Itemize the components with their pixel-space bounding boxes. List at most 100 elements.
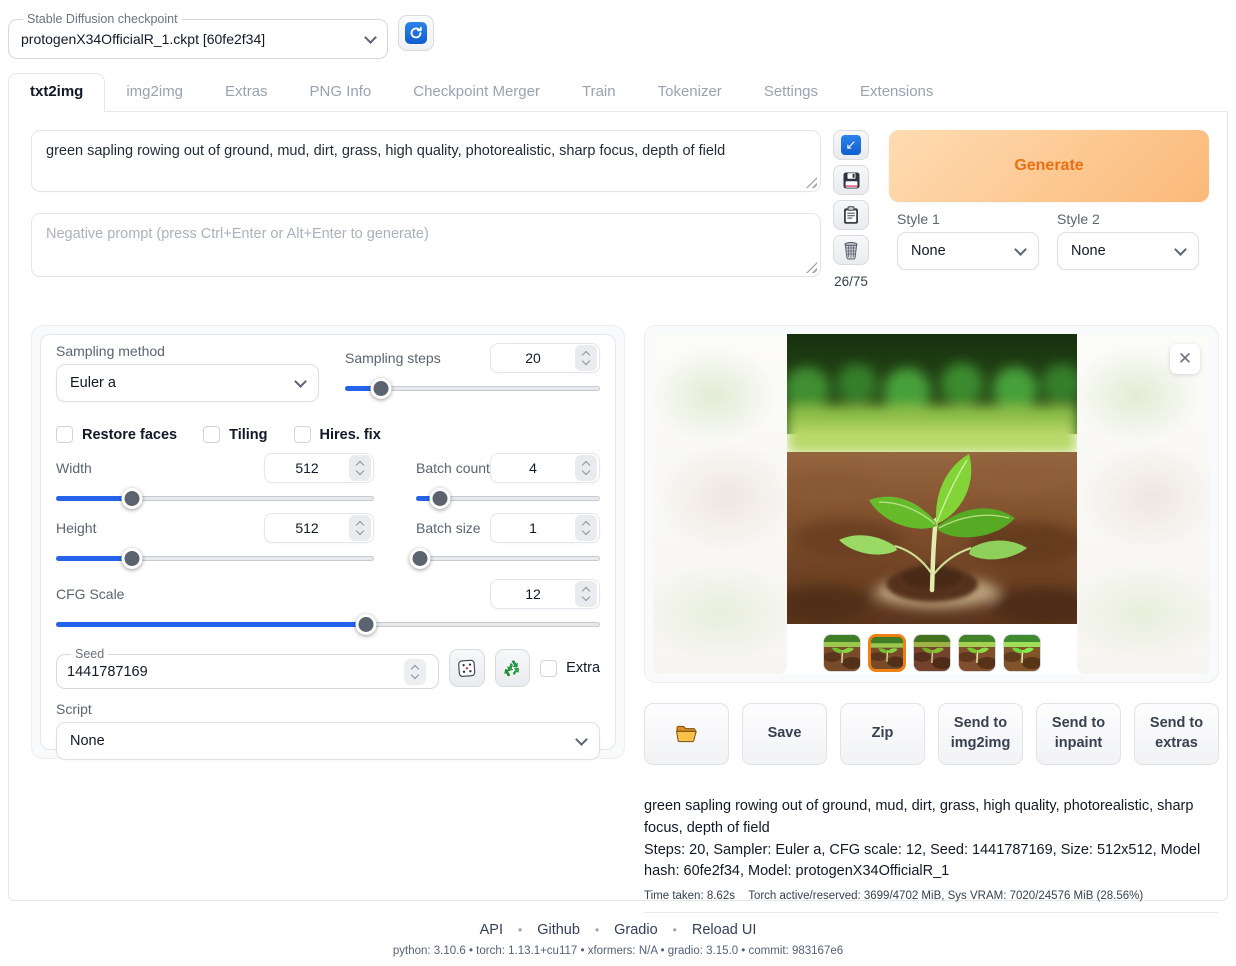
refresh-checkpoints-button[interactable] <box>398 15 434 51</box>
refresh-icon <box>405 22 427 44</box>
reload-ui-link[interactable]: Reload UI <box>692 922 756 938</box>
tab-tokenizer[interactable]: Tokenizer <box>637 74 743 111</box>
zip-button[interactable]: Zip <box>840 703 925 765</box>
batch-size-slider[interactable] <box>416 547 600 569</box>
trash-icon <box>842 241 860 260</box>
extra-seed-label: Extra <box>566 660 600 676</box>
number-spinner[interactable] <box>349 515 371 541</box>
script-select[interactable]: None <box>56 722 600 760</box>
close-gallery-button[interactable]: ✕ <box>1170 344 1200 374</box>
number-spinner[interactable] <box>575 581 597 607</box>
github-link[interactable]: Github <box>537 922 580 938</box>
read-params-button[interactable]: ↙ <box>833 130 869 160</box>
batch-count-input[interactable]: 4 <box>490 453 600 483</box>
style1-label: Style 1 <box>897 211 1039 227</box>
tab-train[interactable]: Train <box>561 74 637 111</box>
restore-faces-label: Restore faces <box>82 427 177 443</box>
version-info: python: 3.10.6 • torch: 1.13.1+cu117 • x… <box>8 945 1228 957</box>
reuse-seed-button[interactable] <box>495 649 531 687</box>
sampling-steps-input[interactable]: 20 <box>490 343 600 373</box>
number-spinner[interactable] <box>575 455 597 481</box>
tab-png-info[interactable]: PNG Info <box>289 74 393 111</box>
floppy-disk-icon <box>842 171 861 190</box>
resize-handle[interactable] <box>806 177 817 188</box>
dot-separator: • <box>595 923 599 937</box>
number-spinner[interactable] <box>404 659 426 685</box>
checkbox-icon <box>294 426 311 443</box>
tiling-checkbox[interactable]: Tiling <box>203 426 267 443</box>
prompt-textarea[interactable]: green sapling rowing out of ground, mud,… <box>31 130 821 192</box>
width-input[interactable]: 512 <box>264 453 374 483</box>
save-style-button[interactable] <box>833 165 869 195</box>
restore-faces-checkbox[interactable]: Restore faces <box>56 426 177 443</box>
generate-button[interactable]: Generate <box>889 130 1209 202</box>
batch-size-input[interactable]: 1 <box>490 513 600 543</box>
cfg-scale-input[interactable]: 12 <box>490 579 600 609</box>
thumbnail-5[interactable] <box>1003 634 1041 672</box>
tab-checkpoint-merger[interactable]: Checkpoint Merger <box>392 74 561 111</box>
apply-style-button[interactable] <box>833 200 869 230</box>
height-input[interactable]: 512 <box>264 513 374 543</box>
batch-count-label: Batch count <box>416 460 490 476</box>
batch-size-label: Batch size <box>416 520 481 536</box>
txt2img-panel: green sapling rowing out of ground, mud,… <box>8 112 1228 901</box>
style2-label: Style 2 <box>1057 211 1199 227</box>
folder-icon <box>675 724 699 744</box>
sampling-method-label: Sampling method <box>56 343 319 359</box>
tab-extras[interactable]: Extras <box>204 74 289 111</box>
send-to-inpaint-button[interactable]: Send to inpaint <box>1036 703 1121 765</box>
number-spinner[interactable] <box>575 515 597 541</box>
random-seed-button[interactable] <box>449 649 485 687</box>
open-folder-button[interactable] <box>644 703 729 765</box>
tab-settings[interactable]: Settings <box>743 74 839 111</box>
cfg-scale-slider[interactable] <box>56 613 600 635</box>
dice-icon <box>457 658 477 678</box>
thumbnail-3[interactable] <box>913 634 951 672</box>
clear-prompt-button[interactable] <box>833 235 869 265</box>
batch-count-slider[interactable] <box>416 487 600 509</box>
height-label: Height <box>56 520 96 536</box>
footer: API • Github • Gradio • Reload UI python… <box>8 922 1228 957</box>
sampling-steps-value: 20 <box>491 350 575 366</box>
tab-img2img[interactable]: img2img <box>105 74 204 111</box>
api-link[interactable]: API <box>480 922 503 938</box>
height-value: 512 <box>265 520 349 536</box>
style2-value: None <box>1071 243 1106 259</box>
thumbnail-strip <box>653 634 1210 672</box>
checkpoint-select[interactable]: protogenX34OfficialR_1.ckpt [60fe2f34] <box>19 26 377 52</box>
height-slider[interactable] <box>56 547 374 569</box>
save-button[interactable]: Save <box>742 703 827 765</box>
prompt-text: green sapling rowing out of ground, mud,… <box>46 143 725 159</box>
negative-prompt-placeholder: Negative prompt (press Ctrl+Enter or Alt… <box>46 226 429 242</box>
style2-select[interactable]: None <box>1057 232 1199 270</box>
sampling-method-select[interactable]: Euler a <box>56 364 319 402</box>
negative-prompt-textarea[interactable]: Negative prompt (press Ctrl+Enter or Alt… <box>31 213 821 277</box>
sampling-steps-slider[interactable] <box>345 377 600 399</box>
seed-label: Seed <box>71 647 108 661</box>
seed-input[interactable]: 1441787169 <box>67 661 428 683</box>
batch-count-value: 4 <box>491 460 575 476</box>
width-slider[interactable] <box>56 487 374 509</box>
sampling-method-value: Euler a <box>70 375 116 391</box>
batch-size-value: 1 <box>491 520 575 536</box>
tab-extensions[interactable]: Extensions <box>839 74 954 111</box>
gradio-link[interactable]: Gradio <box>614 922 658 938</box>
tiling-label: Tiling <box>229 427 267 443</box>
cfg-scale-label: CFG Scale <box>56 586 124 602</box>
thumbnail-1[interactable] <box>823 634 861 672</box>
number-spinner[interactable] <box>349 455 371 481</box>
send-to-img2img-button[interactable]: Send to img2img <box>938 703 1023 765</box>
thumbnail-2-selected[interactable] <box>868 634 906 672</box>
style1-select[interactable]: None <box>897 232 1039 270</box>
generation-info-params: Steps: 20, Sampler: Euler a, CFG scale: … <box>644 840 1215 884</box>
extra-seed-checkbox[interactable]: Extra <box>540 660 600 677</box>
main-tabs: txt2img img2img Extras PNG Info Checkpoi… <box>8 73 1228 112</box>
number-spinner[interactable] <box>575 345 597 371</box>
generated-image[interactable] <box>787 334 1077 624</box>
tab-txt2img[interactable]: txt2img <box>8 73 105 112</box>
hires-fix-checkbox[interactable]: Hires. fix <box>294 426 381 443</box>
resize-handle[interactable] <box>806 262 817 273</box>
checkbox-icon <box>540 660 557 677</box>
thumbnail-4[interactable] <box>958 634 996 672</box>
send-to-extras-button[interactable]: Send to extras <box>1134 703 1219 765</box>
